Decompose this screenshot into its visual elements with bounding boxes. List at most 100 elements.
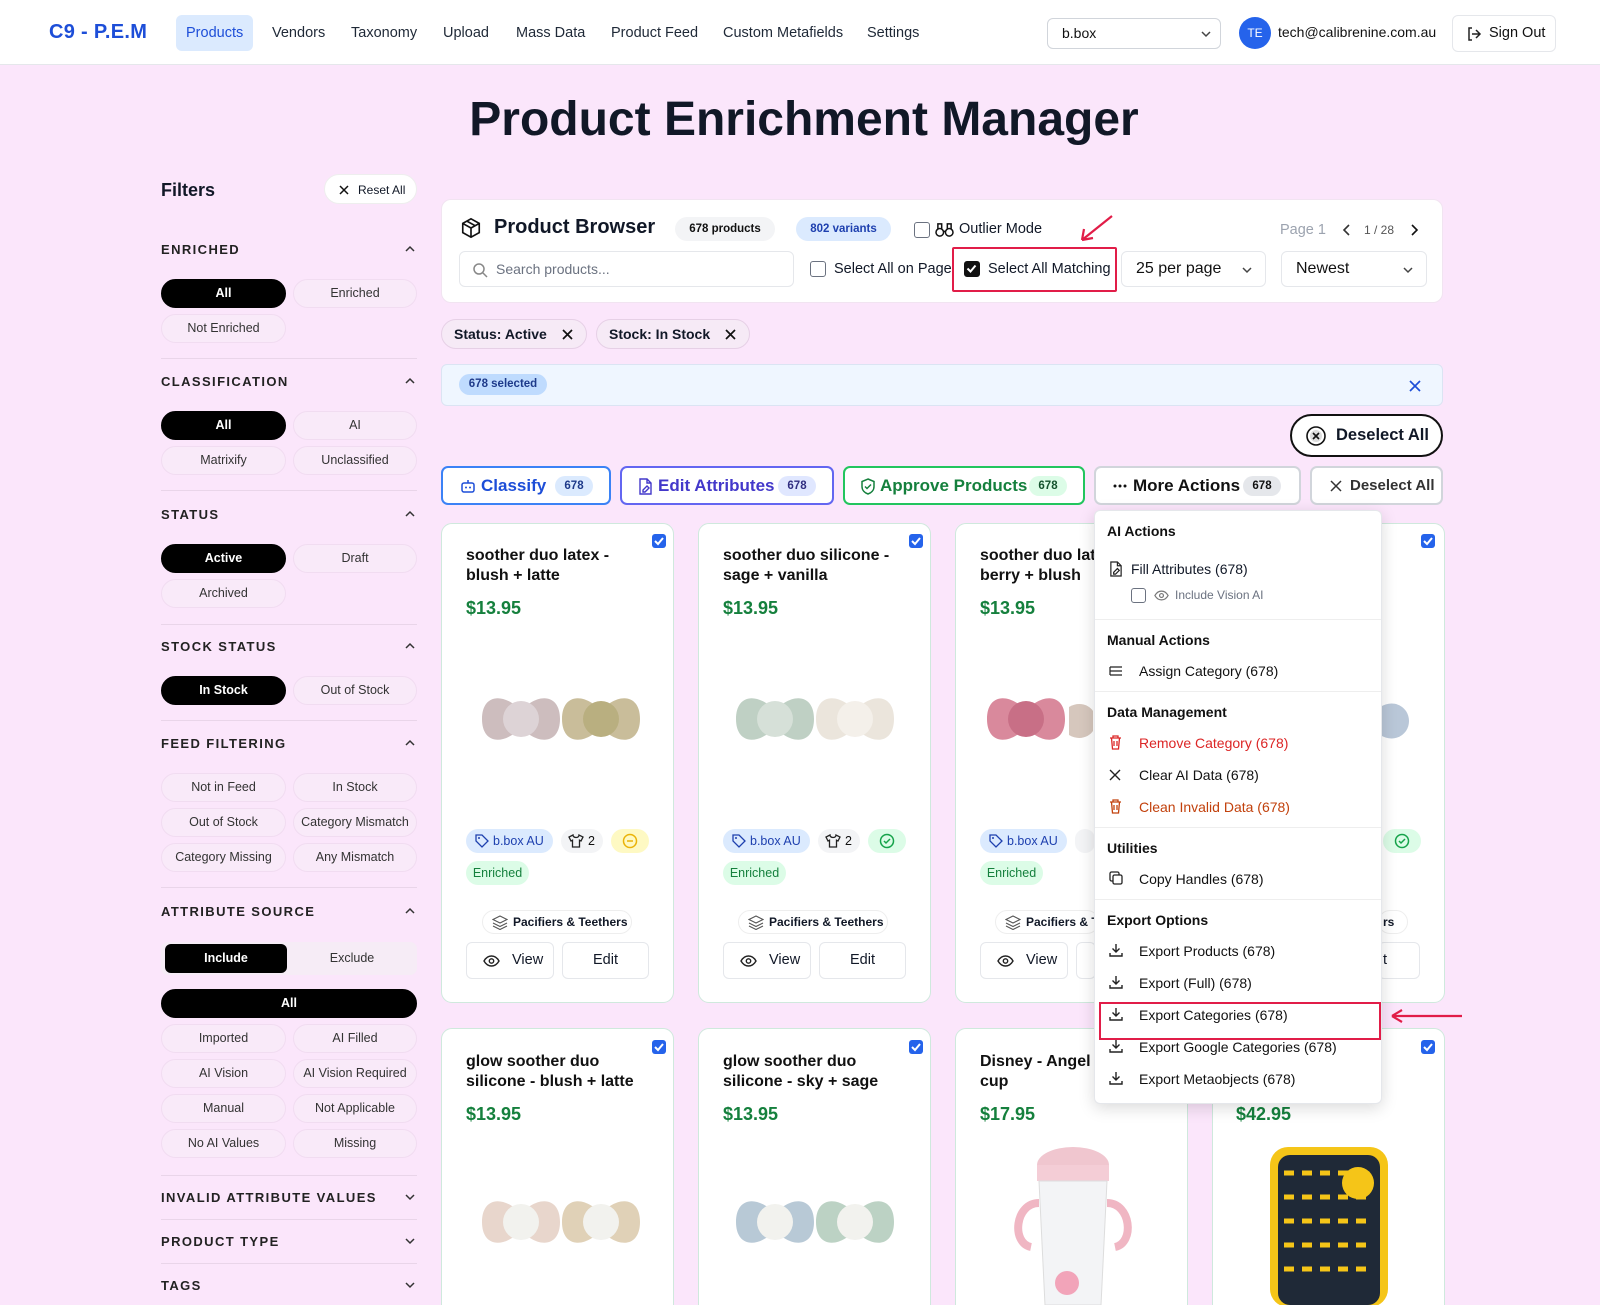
- product-select-checkbox[interactable]: [909, 1040, 923, 1054]
- filter-status-draft[interactable]: Draft: [293, 544, 417, 573]
- exclude-toggle[interactable]: Exclude: [291, 944, 413, 973]
- brand-logo[interactable]: C9 - P.E.M: [49, 21, 147, 44]
- filter-feed-in-stock[interactable]: In Stock: [293, 773, 417, 802]
- product-select-checkbox[interactable]: [652, 1040, 666, 1054]
- nav-mass-data[interactable]: Mass Data: [506, 15, 595, 51]
- edit-button[interactable]: Edit: [819, 942, 906, 979]
- export-products-item[interactable]: Export Products (678): [1139, 943, 1275, 959]
- search-input[interactable]: Search products...: [459, 251, 794, 287]
- product-name[interactable]: soother duo silicone - sage + vanilla: [723, 546, 903, 586]
- filter-chip-status[interactable]: Status: Active: [441, 319, 587, 349]
- chevron-down-icon[interactable]: [404, 1192, 416, 1202]
- product-select-checkbox[interactable]: [1421, 1040, 1435, 1054]
- close-icon[interactable]: [562, 329, 573, 340]
- avatar[interactable]: TE: [1239, 17, 1271, 49]
- sign-out-button[interactable]: Sign Out: [1452, 15, 1556, 52]
- product-name[interactable]: Disney - Angel cup: [980, 1052, 1100, 1092]
- filter-attr-ai-vision-required[interactable]: AI Vision Required: [293, 1059, 417, 1088]
- export-categories-item[interactable]: Export Categories (678): [1139, 1007, 1288, 1023]
- filter-chip-stock[interactable]: Stock: In Stock: [596, 319, 750, 349]
- filter-class-ai[interactable]: AI: [293, 411, 417, 440]
- approve-products-button[interactable]: Approve Products 678: [843, 466, 1085, 505]
- classify-button[interactable]: Classify 678: [441, 466, 611, 505]
- filter-attr-manual[interactable]: Manual: [161, 1094, 286, 1123]
- clean-invalid-data-item[interactable]: Clean Invalid Data (678): [1139, 799, 1290, 815]
- outlier-mode-label[interactable]: Outlier Mode: [959, 221, 1042, 237]
- include-vision-checkbox[interactable]: [1131, 588, 1146, 603]
- chevron-up-icon[interactable]: [404, 641, 416, 651]
- select-all-matching-checkbox[interactable]: [964, 261, 980, 277]
- enriched-heading[interactable]: ENRICHED: [161, 242, 240, 257]
- product-select-checkbox[interactable]: [1421, 534, 1435, 548]
- product-name[interactable]: glow soother duo silicone - blush + latte: [466, 1052, 646, 1092]
- product-name[interactable]: soother duo lat berry + blush: [980, 546, 1100, 586]
- filter-attr-ai-filled[interactable]: AI Filled: [293, 1024, 417, 1053]
- classification-heading[interactable]: CLASSIFICATION: [161, 374, 289, 389]
- fill-attributes-item[interactable]: Fill Attributes (678): [1131, 561, 1248, 577]
- filter-attr-no-ai-values[interactable]: No AI Values: [161, 1129, 286, 1158]
- filter-enriched-all[interactable]: All: [161, 279, 286, 308]
- filter-attr-all[interactable]: All: [161, 989, 417, 1018]
- nav-upload[interactable]: Upload: [433, 15, 499, 51]
- edit-button[interactable]: Edit: [562, 942, 649, 979]
- stock-heading[interactable]: STOCK STATUS: [161, 639, 277, 654]
- close-icon[interactable]: [725, 329, 736, 340]
- remove-category-item[interactable]: Remove Category (678): [1139, 735, 1288, 751]
- product-name[interactable]: glow soother duo silicone - sky + sage: [723, 1052, 903, 1092]
- export-metaobjects-item[interactable]: Export Metaobjects (678): [1139, 1071, 1295, 1087]
- tags-heading[interactable]: TAGS: [161, 1278, 202, 1293]
- filter-feed-any-mismatch[interactable]: Any Mismatch: [293, 843, 417, 872]
- store-select[interactable]: b.box: [1047, 18, 1221, 49]
- filter-status-archived[interactable]: Archived: [161, 579, 286, 608]
- status-heading[interactable]: STATUS: [161, 507, 219, 522]
- export-google-categories-item[interactable]: Export Google Categories (678): [1139, 1039, 1337, 1055]
- sort-select[interactable]: Newest: [1281, 251, 1427, 287]
- filter-enriched-enriched[interactable]: Enriched: [293, 279, 417, 308]
- clear-ai-data-item[interactable]: Clear AI Data (678): [1139, 767, 1259, 783]
- nav-products[interactable]: Products: [176, 15, 254, 51]
- deselect-all-small-button[interactable]: Deselect All: [1310, 466, 1443, 505]
- view-button[interactable]: View: [466, 942, 554, 979]
- close-icon[interactable]: [1409, 380, 1421, 392]
- feed-heading[interactable]: FEED FILTERING: [161, 736, 287, 751]
- filter-enriched-not[interactable]: Not Enriched: [161, 314, 286, 343]
- edit-attributes-button[interactable]: Edit Attributes 678: [620, 466, 834, 505]
- filter-feed-category-missing[interactable]: Category Missing: [161, 843, 286, 872]
- chevron-left-icon[interactable]: [1342, 224, 1352, 236]
- reset-all-button[interactable]: Reset All: [324, 174, 417, 204]
- chevron-up-icon[interactable]: [404, 509, 416, 519]
- nav-taxonomy[interactable]: Taxonomy: [341, 15, 427, 51]
- deselect-all-button[interactable]: Deselect All: [1290, 414, 1443, 457]
- filter-stock-in[interactable]: In Stock: [161, 676, 286, 705]
- chevron-up-icon[interactable]: [404, 738, 416, 748]
- outlier-mode-checkbox[interactable]: [914, 222, 930, 238]
- filter-feed-not-in-feed[interactable]: Not in Feed: [161, 773, 286, 802]
- product-type-heading[interactable]: PRODUCT TYPE: [161, 1234, 280, 1249]
- chevron-up-icon[interactable]: [404, 376, 416, 386]
- filter-class-all[interactable]: All: [161, 411, 286, 440]
- assign-category-item[interactable]: Assign Category (678): [1139, 663, 1278, 679]
- view-button[interactable]: View: [723, 942, 811, 979]
- filter-class-unclassified[interactable]: Unclassified: [293, 446, 417, 475]
- filter-attr-ai-vision[interactable]: AI Vision: [161, 1059, 286, 1088]
- edit-button[interactable]: t: [1378, 942, 1420, 979]
- include-toggle[interactable]: Include: [165, 944, 287, 973]
- edit-button[interactable]: [1076, 942, 1096, 979]
- filter-feed-out-of-stock[interactable]: Out of Stock: [161, 808, 286, 837]
- filter-attr-missing[interactable]: Missing: [293, 1129, 417, 1158]
- per-page-select[interactable]: 25 per page: [1121, 251, 1266, 287]
- export-full-item[interactable]: Export (Full) (678): [1139, 975, 1252, 991]
- chevron-up-icon[interactable]: [404, 244, 416, 254]
- filter-status-active[interactable]: Active: [161, 544, 286, 573]
- filter-attr-imported[interactable]: Imported: [161, 1024, 286, 1053]
- product-select-checkbox[interactable]: [909, 534, 923, 548]
- filter-class-matrixify[interactable]: Matrixify: [161, 446, 286, 475]
- view-button[interactable]: View: [980, 942, 1068, 979]
- select-page-checkbox[interactable]: [810, 261, 826, 277]
- nav-custom-metafields[interactable]: Custom Metafields: [713, 15, 853, 51]
- filter-feed-category-mismatch[interactable]: Category Mismatch: [293, 808, 417, 837]
- nav-product-feed[interactable]: Product Feed: [601, 15, 708, 51]
- chevron-down-icon[interactable]: [404, 1236, 416, 1246]
- select-all-matching-label[interactable]: Select All Matching: [988, 261, 1111, 277]
- chevron-right-icon[interactable]: [1409, 224, 1419, 236]
